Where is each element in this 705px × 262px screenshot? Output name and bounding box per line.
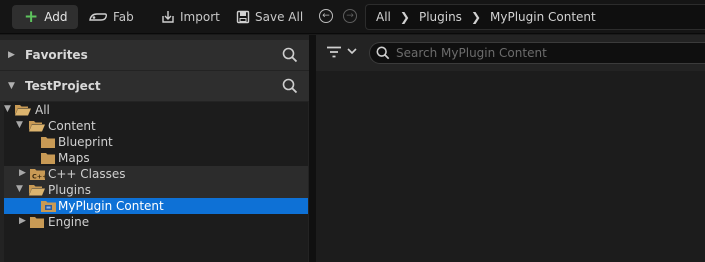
add-button-label: Add — [44, 10, 68, 24]
tree-item-label: C++ Classes — [48, 167, 126, 181]
tree-item-myplugin-content[interactable]: MyPlugin Content — [4, 198, 308, 214]
fab-button-label: Fab — [113, 10, 134, 24]
save-all-icon — [236, 10, 250, 24]
breadcrumb-item-plugins[interactable]: Plugins — [419, 10, 462, 24]
import-button-label: Import — [180, 10, 220, 24]
panel-splitter[interactable] — [309, 35, 316, 262]
tree-item-label: Maps — [58, 151, 90, 165]
search-box[interactable] — [369, 42, 705, 64]
search-icon[interactable] — [282, 47, 298, 63]
filter-icon[interactable] — [326, 46, 342, 58]
caret-down-icon[interactable]: ▼ — [4, 104, 14, 114]
filter-bar — [316, 35, 705, 71]
favorites-header[interactable]: ▶ Favorites — [0, 40, 309, 70]
breadcrumb: All ❯ Plugins ❯ MyPlugin Content — [365, 4, 705, 30]
open-folder-icon — [15, 105, 31, 116]
open-folder-icon — [29, 121, 45, 132]
tree-item-all[interactable]: ▼ All — [4, 102, 308, 118]
folder-icon — [41, 153, 55, 164]
forward-arrow-icon[interactable]: → — [343, 9, 357, 23]
folder-tree: ▼ All ▼ Content Blueprint Maps ▶ C++ C++… — [4, 102, 308, 262]
chevron-down-icon[interactable] — [347, 47, 357, 55]
caret-right-icon[interactable]: ▶ — [19, 216, 29, 226]
content-area — [316, 35, 705, 262]
tree-item-maps[interactable]: Maps — [4, 150, 308, 166]
tree-item-label: Engine — [48, 215, 90, 229]
caret-right-icon[interactable]: ▶ — [19, 168, 29, 178]
caret-down-icon[interactable]: ▼ — [16, 120, 26, 130]
breadcrumb-item-all[interactable]: All — [376, 10, 391, 24]
favorites-label: Favorites — [25, 48, 88, 62]
chevron-right-icon[interactable]: ❯ — [400, 10, 410, 24]
tree-item-label: MyPlugin Content — [58, 199, 164, 213]
search-input[interactable] — [396, 46, 696, 60]
project-header[interactable]: ▼ TestProject — [0, 71, 309, 101]
tree-item-label: Content — [48, 119, 96, 133]
cpp-folder-icon: C++ — [30, 169, 46, 181]
svg-text:C++: C++ — [32, 173, 46, 181]
tree-item-engine[interactable]: ▶ Engine — [4, 214, 308, 230]
save-all-button-label: Save All — [255, 10, 304, 24]
project-label: TestProject — [25, 79, 101, 93]
caret-down-icon[interactable]: ▼ — [16, 184, 26, 194]
plugin-folder-icon — [41, 201, 56, 212]
tree-item-label: Plugins — [48, 183, 91, 197]
add-button[interactable]: + Add — [12, 5, 78, 29]
tree-item-cpp-classes[interactable]: ▶ C++ C++ Classes — [4, 166, 308, 182]
folder-icon — [30, 217, 44, 228]
caret-down-icon[interactable]: ▼ — [8, 81, 18, 91]
caret-right-icon[interactable]: ▶ — [8, 50, 18, 60]
folder-icon — [41, 137, 55, 148]
save-all-button[interactable]: Save All — [236, 5, 303, 29]
tree-item-label: Blueprint — [58, 135, 113, 149]
import-icon — [162, 11, 174, 23]
tree-item-label: All — [35, 103, 50, 117]
chevron-right-icon[interactable]: ❯ — [471, 10, 481, 24]
tree-item-content[interactable]: ▼ Content — [4, 118, 308, 134]
back-arrow-icon[interactable]: ← — [319, 9, 333, 23]
tree-item-blueprint[interactable]: Blueprint — [4, 134, 308, 150]
search-icon — [376, 46, 390, 60]
tree-item-plugins[interactable]: ▼ Plugins — [4, 182, 308, 198]
fab-icon — [89, 13, 108, 21]
open-folder-icon — [29, 185, 45, 196]
toolbar: + Add Fab Import Save All ← → All ❯ Plug… — [0, 0, 705, 34]
import-button[interactable]: Import — [161, 5, 220, 29]
fab-button[interactable]: Fab — [88, 5, 134, 29]
search-icon[interactable] — [282, 78, 298, 94]
plus-icon: + — [24, 6, 39, 27]
breadcrumb-item-current[interactable]: MyPlugin Content — [490, 10, 596, 24]
